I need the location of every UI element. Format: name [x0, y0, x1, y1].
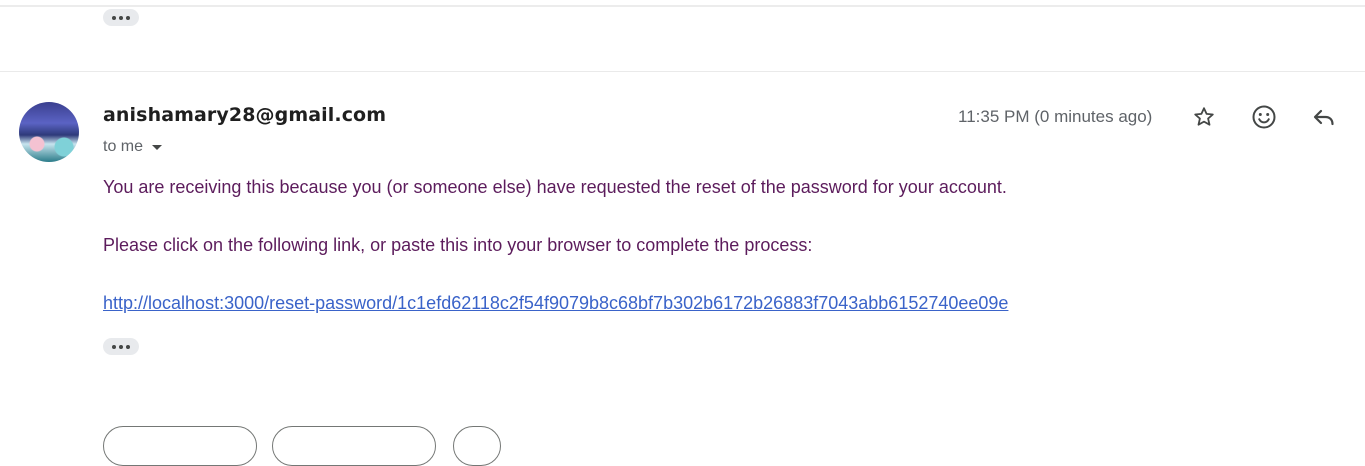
- reply-icon: [1313, 109, 1334, 126]
- star-icon: [1194, 107, 1214, 126]
- message-divider: [0, 71, 1365, 72]
- body-paragraph: Please click on the following link, or p…: [103, 235, 813, 255]
- sender-avatar[interactable]: [19, 102, 79, 162]
- chevron-down-icon: [152, 145, 163, 150]
- emoji-icon: [1252, 105, 1276, 129]
- message-timestamp: 11:35 PM (0 minutes ago): [958, 107, 1153, 126]
- top-divider: [0, 5, 1365, 7]
- body-paragraph: You are receiving this because you (or s…: [103, 177, 1007, 197]
- reply-button[interactable]: [1308, 101, 1340, 133]
- dot-icon: [126, 344, 130, 349]
- dot-icon: [119, 15, 123, 20]
- show-trimmed-content-button[interactable]: [103, 338, 139, 355]
- reply-pill-button[interactable]: [103, 426, 257, 466]
- dot-icon: [112, 344, 116, 349]
- emoji-pill-button[interactable]: [453, 426, 501, 466]
- sender-email[interactable]: anishamary28@gmail.com: [103, 104, 386, 126]
- star-button[interactable]: [1188, 101, 1220, 133]
- reset-password-link[interactable]: http://localhost:3000/reset-password/1c1…: [103, 293, 1008, 314]
- dot-icon: [119, 344, 123, 349]
- recipient-label: to me: [103, 138, 144, 155]
- recipient-details-toggle[interactable]: to me: [103, 138, 163, 156]
- dot-icon: [112, 15, 116, 20]
- add-reaction-button[interactable]: [1248, 101, 1280, 133]
- show-trimmed-content-button[interactable]: [103, 9, 139, 26]
- forward-pill-button[interactable]: [272, 426, 436, 466]
- dot-icon: [126, 15, 130, 20]
